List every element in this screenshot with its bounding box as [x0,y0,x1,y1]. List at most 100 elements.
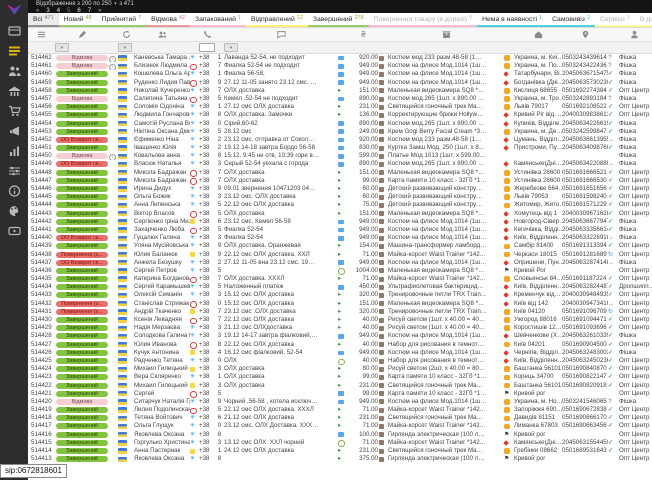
info-icon[interactable] [7,184,22,197]
order-row[interactable]: 514434ЗавершенийСергей Карамышев✳+385Нал… [28,283,652,291]
order-row[interactable]: 514420ВідмоваСитарчук Наталія Гр..✳+389Ч… [28,398,652,406]
tab-4[interactable]: Запакований1 [190,13,246,27]
order-row[interactable]: 514428ЗавершенийСолодкова Галина В..✳+38… [28,332,652,340]
order-row[interactable]: 514422ЗавершенийМихаил Гилецький+383ОЛХ … [28,382,652,390]
ukraine-flag-icon [118,203,127,208]
order-row[interactable]: 514425ЗавершенийРадченко Тетяна✳+380ОЛХ4… [28,357,652,365]
order-row[interactable]: 514437DO Возврат ск...Анжела Безушку✳+38… [28,259,652,267]
reports-icon[interactable] [7,144,22,157]
chat-icon[interactable] [224,28,338,41]
comment-filter-dropdown[interactable]: ▼ [224,43,238,52]
order-row[interactable]: 514426ЗавершенийКучук Антонина+38416.12 … [28,349,652,357]
chevron-down-icon[interactable]: ▼ [113,1,117,6]
tab-1[interactable]: Новий48 [59,13,97,27]
carrier-cell [504,95,514,103]
refresh-icon[interactable] [118,28,134,41]
order-row[interactable]: 514423ЗавершенийВера Скляренко✳+381ОЛХ д… [28,373,652,381]
home-icon[interactable] [514,28,562,41]
order-row[interactable]: 514415ЗавершенийГоргулько Христина..✳+38… [28,439,652,447]
order-row[interactable]: 514429ЗавершенийНадія Мерзаєва✳+38321.12… [28,324,652,332]
order-row[interactable]: 514424ЗавершенийМихаил Гилецький+383ОЛХ … [28,365,652,373]
order-row[interactable]: 514451ЗавершенийІващенко Юлія✳+38219.12 … [28,144,652,152]
warehouse-icon[interactable] [7,84,22,97]
tab-8[interactable]: Нема в наявності1 [477,13,547,27]
order-row[interactable]: 514447ЗавершенийМикола Бадражан+387ОЛХ д… [28,177,652,185]
people-icon[interactable] [134,28,190,41]
order-row[interactable]: 514448ЗавершенийМикола Бадражан+387ОЛХ д… [28,169,652,177]
theme-icon[interactable] [7,204,22,217]
order-row[interactable]: 514450ВідмоваiКовальова анна✳+38815.12. … [28,152,652,160]
order-row[interactable]: 514432Повернення (з...Станіслав Стрижак+… [28,300,652,308]
marketing-icon[interactable] [7,124,22,137]
order-row[interactable]: 514427ЗавершенийЮлия Иванова+38822.12 см… [28,341,652,349]
info-icon[interactable]: i [109,56,116,63]
order-row[interactable]: 514459ЗавершенийРуденко Лидия Пав..+3892… [28,79,652,87]
tracking-status-cell: ✓ [608,422,617,430]
video-icon[interactable] [7,224,22,237]
order-row[interactable]: 514442ЗавершенийСергіюнко Іріна Ми..+386… [28,218,652,226]
order-row[interactable]: 514416ЗавершенийЯковлева Оксана✳+388100.… [28,431,652,439]
tab-6[interactable]: Завершений278 [308,13,369,27]
tab-9[interactable]: Самовивіз2 [547,13,595,27]
order-row[interactable]: 514455ЗавершенийЛюдмила Гончарова✳+388ОЛ… [28,111,652,119]
order-row[interactable]: 514418ЗавершенийТетяна Войтович✳+38621.1… [28,414,652,422]
order-row[interactable]: 514413ЗавершенийЯковлева Оксана✳+388▸375… [28,455,652,463]
app-logo[interactable] [5,2,24,17]
orders-icon[interactable] [7,44,22,57]
pin-icon[interactable] [562,28,608,41]
product-name: Майка-корсет Waist Trainer *142… [388,251,504,259]
order-row[interactable]: 514456ЗавершенийСоломія Сідоніна✳+38127.… [28,103,652,111]
product-name: Костюм мод.265 (1шт. х 890.00 … [388,160,504,168]
rows-icon[interactable] [28,28,55,41]
order-row[interactable]: 514462ВідмоваiКаневська Тамара ..✳+381Ла… [28,54,652,62]
order-row[interactable]: 514414ЗавершенийАнна Пастернак+38124.12 … [28,447,652,455]
money-icon[interactable]: ₴ [348,28,379,41]
order-row[interactable]: 514454ЗавершенийСамотій Руслана Во..✳+38… [28,120,652,128]
order-row[interactable]: 514443ЗавершенийВіктор Власов+385ОЛХ дос… [28,210,652,218]
order-row[interactable]: 514435ЗавершенийКатерина Богданова+387ОЛ… [28,275,652,283]
status-filter-dropdown[interactable]: ▼ [55,43,69,52]
order-row[interactable]: 514452DO Возврат ск...Єфименко Ніна✳+382… [28,136,652,144]
order-row[interactable]: 514458ЗавершенийНиколай Кучеренко✳+387ОЛ… [28,87,652,95]
info-icon[interactable]: i [109,64,116,71]
order-row[interactable]: 514436ЗавершенийСергей Петров✳+3851004.0… [28,267,652,275]
order-row[interactable]: 514431Повернення (з...Андрій Ткаченко+38… [28,308,652,316]
tab-10[interactable]: Сервіси0 [595,13,635,27]
order-row[interactable]: 514419ЗавершенийЛилия Подолинская+38522.… [28,406,652,414]
order-row[interactable]: 514445ЗавершенийОльга Божик✳+38323.12 см… [28,193,652,201]
order-row[interactable]: 514444ЗавершенийАнна Липенська✳+38522.12… [28,201,652,209]
order-row[interactable]: 514417ЗавершенийОльга Глущук✳+38023.12 с… [28,422,652,430]
info-icon[interactable]: i [109,154,116,161]
purchases-icon[interactable] [7,104,22,117]
tab-2[interactable]: Прийнятий7 [97,13,146,27]
phone-search-input[interactable] [199,43,215,52]
tab-7[interactable]: Повернення товару (в дорозі)0 [369,13,477,27]
source-filter-dropdown[interactable]: ▼ [118,43,132,52]
box-icon[interactable] [388,28,504,41]
tracking-number: 0503243439614 [562,54,608,62]
order-row[interactable]: 514460ЗавершенийКошелева Ольга Ар..✳+381… [28,70,652,78]
order-row[interactable]: 514461ВідмоваiБлизнюк Людмила ..+387Фиал… [28,62,652,70]
settings-icon[interactable] [7,164,22,177]
order-row[interactable]: 514421ЗавершенийСергей+38599.00Карта пам… [28,390,652,398]
order-row[interactable]: 514449DO Возврат ск...Власюк Наталья✳+38… [28,160,652,168]
order-row[interactable]: 514446ЗавершенийИрина Дидух✳+38909.01 зв… [28,185,652,193]
tab-11[interactable]: В дорозі додому0 [635,13,652,27]
order-row[interactable]: 514441ЗавершенийЗахарченко Люба+385Фиалк… [28,226,652,234]
order-row[interactable]: 514439ЗавершенийУляна Мусійовська✳+389ОЛ… [28,242,652,250]
order-row[interactable]: 514430ЗавершенийКсенія Левадняя+38722.12… [28,316,652,324]
edit-icon[interactable] [55,28,109,41]
order-row[interactable]: 514433ЗавершенийОлексій Семанін✳+38315.1… [28,291,652,299]
clients-icon[interactable] [7,64,22,77]
order-row[interactable]: 514438Повернення (з...Юлия Баланюк+38922… [28,251,652,259]
tab-3[interactable]: Відмова42 [146,13,190,27]
phone-icon[interactable] [199,28,215,41]
cash-payment-icon: ▸ [338,103,341,111]
tab-all[interactable]: Всі471 [28,13,59,27]
order-row[interactable]: 514453ЗавершенийНікітіна Оксана Дми..✳+3… [28,128,652,136]
tab-5[interactable]: Відправлений12 [246,13,308,27]
order-row[interactable]: 514440DO Возврат ск...Гуцалюк Галина✳+38… [28,234,652,242]
dashboard-icon[interactable] [7,24,22,37]
person-icon[interactable] [617,28,652,41]
order-row[interactable]: 514457ВідмоваСалепина Татьяна С..+385Кем… [28,95,652,103]
